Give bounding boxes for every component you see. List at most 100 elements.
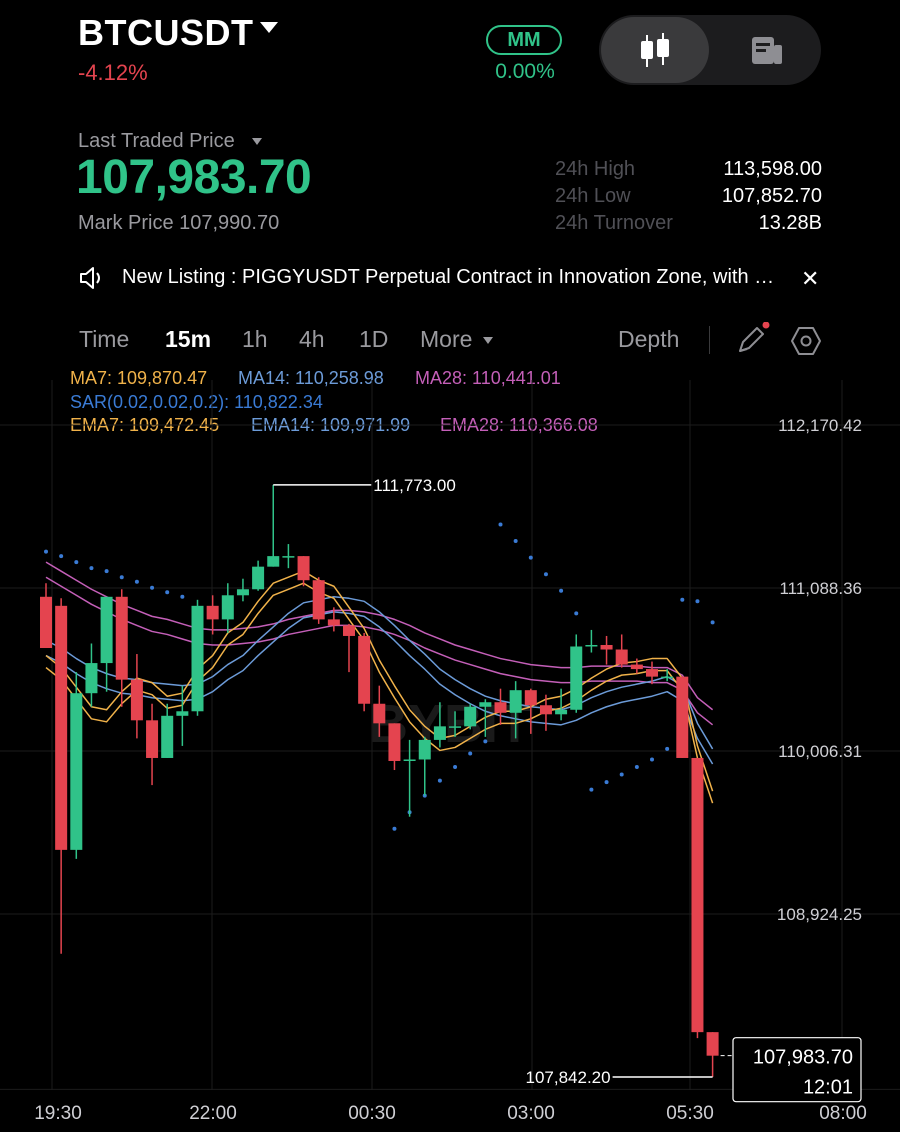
time-axis-label: 03:00 <box>507 1103 555 1124</box>
candle <box>539 694 552 731</box>
candle-body <box>373 703 386 724</box>
time-axis-label: 00:30 <box>348 1103 396 1124</box>
low-marker-label: 107,842.20 <box>526 1068 611 1087</box>
price-axis: 112,170.42 111,088.36 110,006.31 108,924.25 <box>777 416 862 924</box>
candle-body <box>327 619 340 626</box>
sar-dot <box>543 572 548 577</box>
candle-body <box>130 679 143 721</box>
time-axis: 19:30 22:00 00:30 03:00 05:30 08:00 <box>34 1103 867 1124</box>
tab-4h[interactable]: 4h <box>299 326 325 353</box>
candle <box>282 544 295 569</box>
tab-time[interactable]: Time <box>79 326 129 353</box>
candle-body <box>403 759 416 761</box>
candle <box>115 589 128 707</box>
candle-body <box>615 649 628 665</box>
candlestick-icon <box>641 33 669 67</box>
price-change-percent: -4.12% <box>78 60 148 85</box>
chart-overlays: 111,773.00 107,842.20 107,983.70 12:01 <box>273 476 862 1103</box>
stat-24h-low-label: 24h Low <box>555 185 631 207</box>
high-marker-label: 111,773.00 <box>373 476 456 495</box>
candles <box>40 484 719 1077</box>
mm-badge[interactable]: MM <box>486 25 562 55</box>
info-view-button[interactable] <box>712 17 818 83</box>
candle-body <box>646 669 658 677</box>
candle-body <box>100 596 113 664</box>
mark-price: Mark Price 107,990.70 <box>78 212 280 234</box>
candle-body <box>297 556 310 581</box>
candle-body <box>115 596 128 680</box>
candle <box>206 595 219 635</box>
sar-dots <box>44 522 715 831</box>
symbol-title[interactable]: BTCUSDT <box>78 12 253 54</box>
candle <box>191 599 204 716</box>
sar-dot <box>619 772 624 777</box>
candle <box>161 703 174 758</box>
announcement-text[interactable]: New Listing : PIGGYUSDT Perpetual Contra… <box>122 266 787 289</box>
sar-dot <box>483 739 488 744</box>
candle-body <box>676 676 689 758</box>
tab-depth[interactable]: Depth <box>618 326 679 353</box>
sar-dot <box>392 826 397 831</box>
candle-body <box>206 605 219 620</box>
close-icon[interactable]: ✕ <box>801 266 819 292</box>
tab-15m[interactable]: 15m <box>165 326 211 353</box>
candle <box>570 634 583 713</box>
candle-body <box>40 596 52 649</box>
time-axis-label: 22:00 <box>189 1103 237 1124</box>
price-axis-label: 112,170.42 <box>778 416 862 435</box>
candle <box>691 757 704 1039</box>
candle <box>464 703 477 730</box>
candle-body <box>343 625 355 636</box>
sar-dot <box>59 554 64 559</box>
tab-1d[interactable]: 1D <box>359 326 388 353</box>
candle <box>418 736 431 796</box>
sar-dot <box>119 575 124 580</box>
sar-dot <box>180 594 185 599</box>
candle-body <box>433 726 446 740</box>
tab-1h[interactable]: 1h <box>242 326 268 353</box>
sar-dot <box>710 620 715 625</box>
candle-body <box>509 690 522 713</box>
caret-down-icon[interactable] <box>252 138 262 145</box>
candle-body <box>388 723 401 761</box>
mm-value: 0.00% <box>495 60 555 83</box>
caret-down-icon[interactable] <box>260 22 278 33</box>
time-axis-label: 05:30 <box>666 1103 714 1124</box>
candle-body <box>312 580 325 620</box>
candle <box>252 560 265 591</box>
candle-body <box>358 635 371 704</box>
candle <box>343 623 355 673</box>
candle <box>358 632 371 712</box>
hexagon-settings-icon[interactable] <box>790 325 822 362</box>
candlestick-chart[interactable]: BYBIT 111,773.00107,842.20107,983.7012:0… <box>0 360 900 1132</box>
candle-body <box>585 644 598 647</box>
sar-dot <box>528 555 533 560</box>
candle-body <box>630 664 643 670</box>
sar-dot <box>650 757 654 762</box>
candle <box>585 629 598 653</box>
current-price-label: 107,983.70 <box>753 1047 853 1069</box>
sar-dot <box>498 522 503 527</box>
candle-body <box>85 663 98 694</box>
candle <box>40 583 52 649</box>
sar-dot <box>453 765 458 770</box>
candle-body <box>252 566 265 590</box>
candle-view-button[interactable] <box>601 17 709 83</box>
divider <box>709 326 710 354</box>
candle-body <box>661 676 674 679</box>
candle-body <box>146 720 159 758</box>
sar-dot <box>150 585 155 590</box>
price-axis-label: 111,088.36 <box>779 579 862 598</box>
tab-more[interactable]: More <box>420 326 472 353</box>
candle <box>100 596 113 692</box>
candle-body <box>55 605 68 850</box>
candle-body <box>600 644 613 650</box>
caret-down-icon[interactable] <box>483 337 493 344</box>
candle-body <box>282 556 295 558</box>
candle-body <box>176 711 189 716</box>
candle <box>615 634 628 668</box>
sar-dot <box>437 778 442 783</box>
pencil-icon[interactable] <box>735 321 771 363</box>
sar-dot <box>589 787 594 792</box>
candle-body <box>494 702 507 713</box>
